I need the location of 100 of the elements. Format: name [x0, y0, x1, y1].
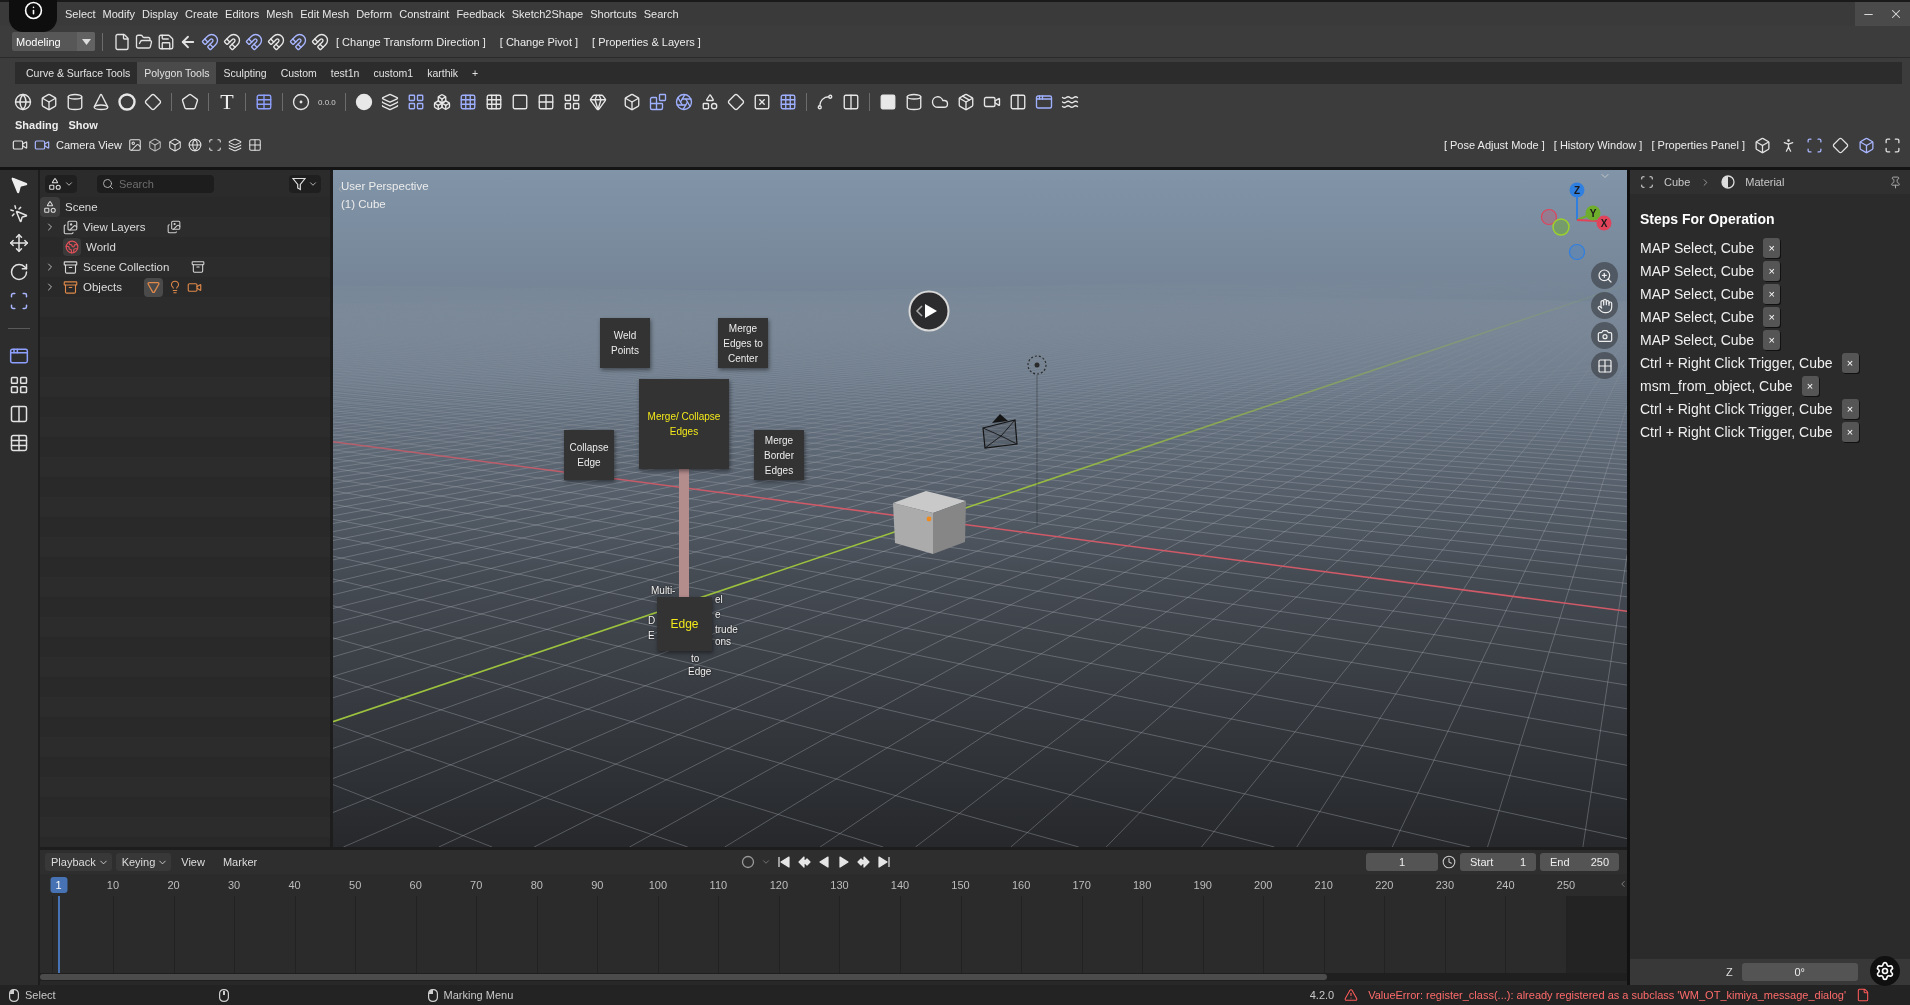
skip-forward-icon[interactable]: [876, 855, 891, 869]
folder-icon[interactable]: [135, 32, 153, 51]
pentagon-icon[interactable]: [181, 93, 199, 111]
shapes-icon[interactable]: [700, 93, 719, 111]
remove-step-button[interactable]: ×: [1841, 352, 1859, 373]
file-icon[interactable]: [113, 32, 131, 51]
command-link[interactable]: [ Change Transform Direction ]: [336, 35, 486, 48]
remove-step-button[interactable]: ×: [1763, 329, 1781, 350]
command-link[interactable]: [ Properties Panel ]: [1651, 139, 1745, 151]
scan-icon[interactable]: [9, 291, 29, 311]
tree-item[interactable]: Objects: [83, 281, 122, 293]
start-frame-field[interactable]: Start 1: [1460, 853, 1536, 871]
blocks-icon[interactable]: [648, 93, 667, 111]
camera-view-button[interactable]: Camera View: [56, 139, 122, 151]
zoom-in-icon[interactable]: [1596, 267, 1613, 284]
cylinder-icon[interactable]: [904, 93, 923, 111]
current-frame-field[interactable]: 1: [1366, 853, 1438, 871]
square-icon[interactable]: [878, 93, 897, 111]
tree-item[interactable]: World: [86, 241, 116, 253]
wave-icon[interactable]: [1060, 93, 1079, 111]
command-link[interactable]: [ Change Pivot ]: [499, 35, 579, 48]
package-icon[interactable]: [956, 93, 975, 111]
images-icon[interactable]: [167, 220, 182, 234]
diamond-icon[interactable]: [1832, 136, 1849, 154]
cube-object[interactable]: [893, 491, 966, 554]
grid-icon[interactable]: [1596, 357, 1613, 374]
cube-icon[interactable]: [622, 93, 641, 111]
playhead-line[interactable]: [57, 896, 60, 973]
play-icon[interactable]: [836, 855, 851, 869]
boxes-icon[interactable]: [432, 93, 451, 111]
diamond-icon[interactable]: [726, 93, 745, 111]
tool-tab[interactable]: custom1: [366, 62, 421, 84]
grid-icon[interactable]: [562, 93, 581, 111]
remove-step-button[interactable]: ×: [1801, 375, 1819, 396]
lightbulb-icon[interactable]: [168, 280, 182, 294]
camera-object[interactable]: [982, 414, 1018, 449]
cloud-icon[interactable]: [930, 93, 949, 111]
menu-item[interactable]: Editors: [222, 6, 263, 22]
cylinder-icon[interactable]: [66, 93, 84, 111]
menu-item[interactable]: Sketch2Shape: [508, 6, 587, 22]
clock-icon[interactable]: [1442, 855, 1456, 869]
end-frame-field[interactable]: End 250: [1540, 853, 1619, 871]
next-keyframe-icon[interactable]: [856, 855, 871, 869]
grid-icon[interactable]: [484, 93, 503, 111]
marking-menu-option[interactable]: Collapse Edge: [564, 430, 614, 480]
axis-handle[interactable]: Y: [1585, 205, 1601, 221]
tool-tab[interactable]: Custom: [273, 62, 324, 84]
tree-item[interactable]: View Layers: [83, 221, 146, 233]
globe-icon[interactable]: [14, 93, 32, 111]
marking-menu-option[interactable]: Weld Points: [600, 318, 650, 368]
remove-step-button[interactable]: ×: [1841, 398, 1859, 419]
sphere-icon[interactable]: [354, 93, 373, 111]
camera-view-button[interactable]: [1591, 322, 1618, 349]
scan-icon[interactable]: [1806, 136, 1823, 154]
record-icon[interactable]: [740, 855, 755, 869]
spline-icon[interactable]: [815, 93, 834, 111]
play-button[interactable]: [908, 290, 950, 332]
remove-step-button[interactable]: ×: [1841, 421, 1859, 442]
menu-item[interactable]: Feedback: [453, 6, 508, 22]
error-message[interactable]: ValueError: register_class(...): already registered as a subclass 'WM_OT_kimiya_message_dialog': [1368, 989, 1846, 1001]
menu-item[interactable]: Mesh: [263, 6, 297, 22]
pin-icon[interactable]: [1889, 175, 1902, 189]
tool-tab[interactable]: karthik: [420, 62, 466, 84]
breadcrumb-item[interactable]: Material: [1745, 176, 1785, 188]
command-link[interactable]: [ Pose Adjust Mode ]: [1443, 139, 1545, 151]
pan-button[interactable]: [1591, 292, 1618, 319]
menu-item[interactable]: Edit Mesh: [297, 6, 353, 22]
columns-icon[interactable]: [1008, 93, 1027, 111]
menu-item[interactable]: Deform: [353, 6, 396, 22]
cursor-click-icon[interactable]: [9, 204, 29, 224]
grid-icon[interactable]: [778, 93, 797, 111]
menu-button[interactable]: Marker: [216, 853, 266, 871]
columns-icon[interactable]: [841, 93, 860, 111]
magnet-icon[interactable]: [201, 32, 219, 51]
axis-handle[interactable]: [1540, 208, 1558, 226]
menu-item[interactable]: Constraint: [396, 6, 453, 22]
table-icon[interactable]: [255, 93, 273, 111]
cube-icon[interactable]: [1754, 136, 1771, 154]
move-icon[interactable]: [9, 233, 29, 253]
chevron-left-icon[interactable]: [1618, 879, 1628, 889]
window-icon[interactable]: [9, 346, 29, 366]
axis-handle[interactable]: [1552, 218, 1570, 236]
menu-dropdown[interactable]: Playback: [45, 853, 112, 871]
marking-menu-center[interactable]: Merge/ Collapse Edges: [639, 379, 729, 469]
remove-step-button[interactable]: ×: [1763, 306, 1781, 327]
search-field[interactable]: Search: [97, 174, 214, 193]
previous-keyframe-icon[interactable]: [796, 855, 811, 869]
magnet-icon[interactable]: [245, 32, 263, 51]
cube-icon[interactable]: [167, 138, 182, 152]
cursor-icon[interactable]: [9, 175, 29, 195]
camera-icon[interactable]: [1596, 327, 1613, 344]
magnet-icon[interactable]: [289, 32, 307, 51]
grid-icon[interactable]: [247, 138, 262, 152]
cube-icon[interactable]: [147, 138, 162, 152]
grid-icon[interactable]: [9, 375, 29, 395]
hand-icon[interactable]: [1596, 297, 1613, 314]
view-menu[interactable]: Shading: [15, 119, 59, 131]
target-icon[interactable]: [292, 93, 310, 111]
video-camera-icon[interactable]: [34, 137, 50, 153]
workspace-dropdown[interactable]: Modeling: [12, 32, 95, 51]
